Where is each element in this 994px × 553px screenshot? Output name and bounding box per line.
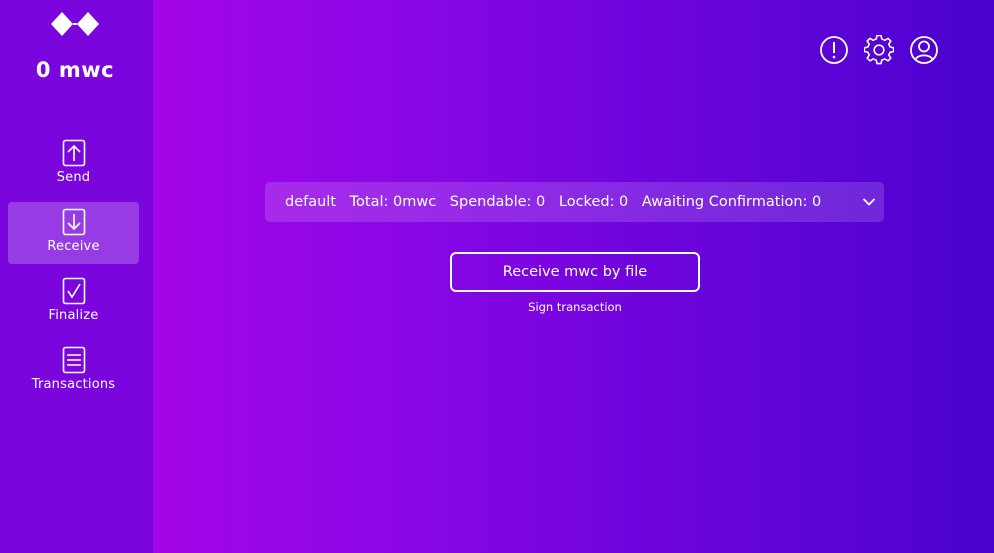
finalize-check-icon — [61, 277, 87, 305]
settings-gear-icon[interactable] — [864, 35, 894, 65]
receive-arrow-down-icon — [61, 208, 87, 236]
sidebar-item-label: Finalize — [48, 308, 99, 323]
account-locked: Locked: 0 — [558, 194, 629, 210]
account-selector-dropdown[interactable]: default Total: 0mwc Spendable: 0 Locked:… — [265, 182, 884, 222]
send-arrow-up-icon — [61, 139, 87, 167]
mwc-logo-icon — [51, 12, 99, 36]
app-window: 0 mwc Send Receive Finalize Transactions… — [0, 0, 994, 553]
sidebar-item-finalize[interactable]: Finalize — [8, 271, 139, 333]
account-user-icon[interactable] — [909, 35, 939, 65]
sign-transaction-link[interactable]: Sign transaction — [450, 300, 700, 314]
receive-by-file-button[interactable]: Receive mwc by file — [450, 252, 700, 292]
sidebar-item-label: Transactions — [31, 377, 116, 392]
account-name: default — [285, 194, 337, 210]
sidebar-item-transactions[interactable]: Transactions — [8, 340, 139, 402]
sidebar: 0 mwc Send Receive Finalize Transactions — [0, 0, 153, 553]
sidebar-item-label: Receive — [47, 239, 100, 254]
account-total: Total: 0mwc — [349, 194, 437, 210]
account-awaiting: Awaiting Confirmation: 0 — [641, 194, 822, 210]
alert-icon[interactable] — [819, 35, 849, 65]
wallet-balance: 0 mwc — [35, 58, 115, 82]
account-spendable: Spendable: 0 — [449, 194, 546, 210]
sidebar-item-receive[interactable]: Receive — [8, 202, 139, 264]
transactions-list-icon — [61, 346, 87, 374]
sidebar-item-send[interactable]: Send — [8, 133, 139, 195]
main-content: default Total: 0mwc Spendable: 0 Locked:… — [153, 0, 994, 553]
sidebar-item-label: Send — [56, 170, 91, 185]
account-summary: default Total: 0mwc Spendable: 0 Locked:… — [285, 194, 830, 210]
chevron-down-icon — [862, 198, 876, 206]
